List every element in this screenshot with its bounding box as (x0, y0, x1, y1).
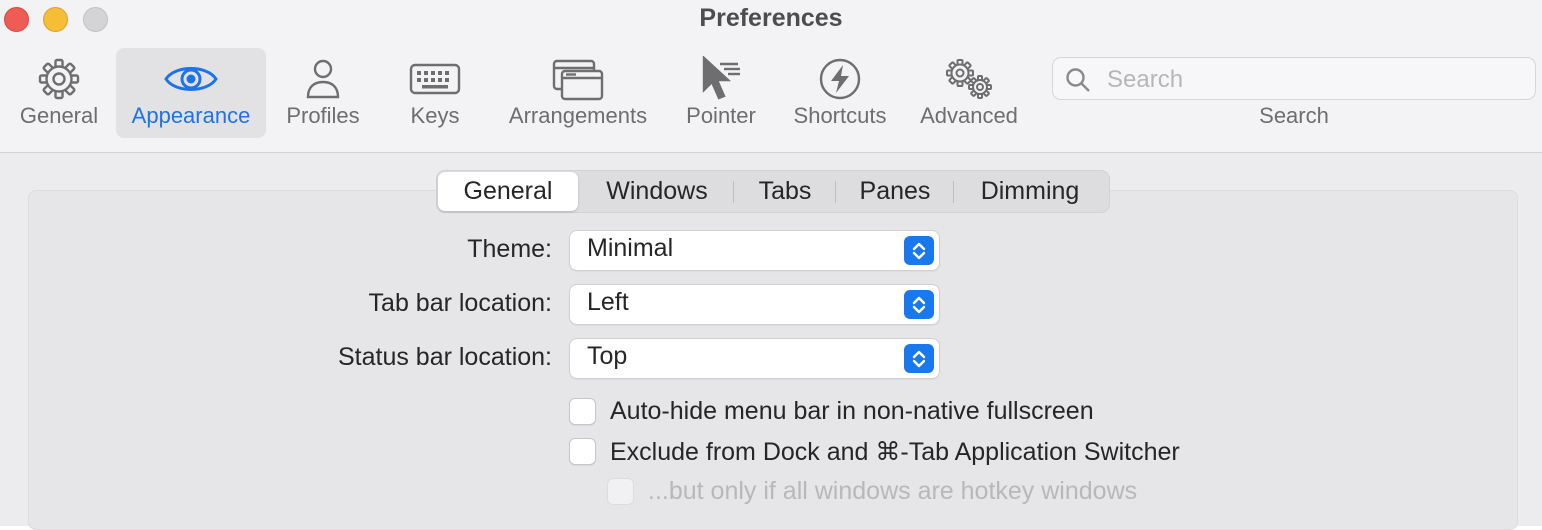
pointer-icon (676, 56, 766, 102)
toolbar-item-shortcuts[interactable]: Shortcuts (794, 48, 886, 138)
tab-bar-location-popup[interactable]: Left (570, 285, 939, 324)
tab-dimming[interactable]: Dimming (955, 172, 1105, 211)
toolbar-label-shortcuts: Shortcuts (793, 103, 887, 128)
search-input[interactable] (1105, 64, 1529, 96)
tab-divider (733, 181, 734, 203)
eye-icon (116, 56, 266, 102)
status-bar-location-popup[interactable]: Top (570, 339, 939, 378)
tab-bar-location-value: Left (587, 288, 629, 316)
toolbar-label-pointer: Pointer (686, 103, 756, 128)
status-bar-location-value: Top (587, 342, 628, 370)
tab-divider (953, 181, 954, 203)
auto-hide-menu-bar-label: Auto-hide menu bar in non-native fullscr… (610, 397, 1094, 425)
tab-bar-location-label: Tab bar location: (368, 289, 552, 317)
toolbar-label-keys: Keys (410, 103, 460, 128)
tab-panes[interactable]: Panes (837, 172, 953, 211)
auto-hide-menu-bar-checkbox[interactable] (569, 398, 596, 425)
toolbar-item-profiles[interactable]: Profiles (278, 48, 368, 138)
toolbar-label-profiles: Profiles (286, 103, 360, 128)
person-icon (278, 56, 368, 102)
hotkey-windows-only-label: ...but only if all windows are hotkey wi… (648, 477, 1138, 505)
exclude-from-dock-label: Exclude from Dock and ⌘-Tab Application … (610, 438, 1180, 466)
bolt-icon (795, 56, 885, 102)
gears-icon (924, 56, 1014, 102)
theme-label: Theme: (467, 235, 552, 263)
tab-tabs[interactable]: Tabs (735, 172, 835, 211)
toolbar-item-appearance[interactable]: Appearance (116, 48, 266, 138)
title-bar: Preferences General Appearance Profiles … (0, 0, 1542, 153)
tab-divider (835, 181, 836, 203)
toolbar-label-general: General (19, 103, 99, 128)
toolbar-item-general[interactable]: General (14, 48, 104, 138)
toolbar-label-appearance: Appearance (131, 103, 251, 128)
window-title: Preferences (699, 4, 843, 32)
status-bar-location-label: Status bar location: (337, 343, 552, 371)
toolbar-label-advanced: Advanced (920, 103, 1018, 128)
gear-icon (14, 56, 104, 102)
preferences-content: General Windows Tabs Panes Dimming Theme… (0, 153, 1542, 530)
toolbar-item-advanced[interactable]: Advanced (920, 48, 1018, 138)
chevron-updown-icon (904, 344, 934, 373)
tab-general[interactable]: General (438, 172, 578, 211)
toolbar-item-pointer[interactable]: Pointer (676, 48, 766, 138)
toolbar-item-arrangements[interactable]: Arrangements (504, 48, 652, 138)
toolbar-item-keys[interactable]: Keys (390, 48, 480, 138)
exclude-from-dock-checkbox[interactable] (569, 438, 596, 465)
search-icon (1065, 67, 1091, 98)
theme-value: Minimal (587, 234, 674, 262)
chevron-updown-icon (904, 290, 934, 319)
appearance-tab-bar: General Windows Tabs Panes Dimming (436, 170, 1110, 213)
search-field[interactable] (1052, 57, 1536, 100)
windows-icon (504, 56, 652, 102)
keyboard-icon (390, 56, 480, 102)
tab-windows[interactable]: Windows (583, 172, 731, 211)
toolbar-label-arrangements: Arrangements (508, 103, 648, 128)
search-label: Search (1259, 103, 1329, 128)
hotkey-windows-only-checkbox (607, 478, 634, 505)
theme-popup[interactable]: Minimal (570, 231, 939, 270)
chevron-updown-icon (904, 236, 934, 265)
